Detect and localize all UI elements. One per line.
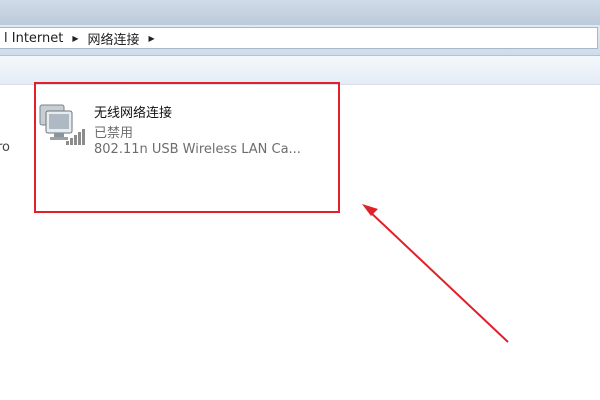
breadcrumb[interactable]: l Internet ▶ 网络连接 ▶ [0, 27, 598, 49]
window-titlebar [0, 0, 600, 25]
command-toolbar [0, 56, 600, 85]
breadcrumb-item-network-connections[interactable]: 网络连接 [84, 29, 144, 48]
breadcrumb-separator-icon[interactable]: ▶ [144, 34, 160, 43]
breadcrumb-item-internet[interactable]: l Internet [0, 31, 67, 46]
annotation-highlight-box [34, 82, 340, 213]
partial-connection-label[interactable]: ro [0, 140, 10, 155]
breadcrumb-separator-icon[interactable]: ▶ [67, 34, 83, 43]
address-bar: l Internet ▶ 网络连接 ▶ [0, 25, 600, 56]
